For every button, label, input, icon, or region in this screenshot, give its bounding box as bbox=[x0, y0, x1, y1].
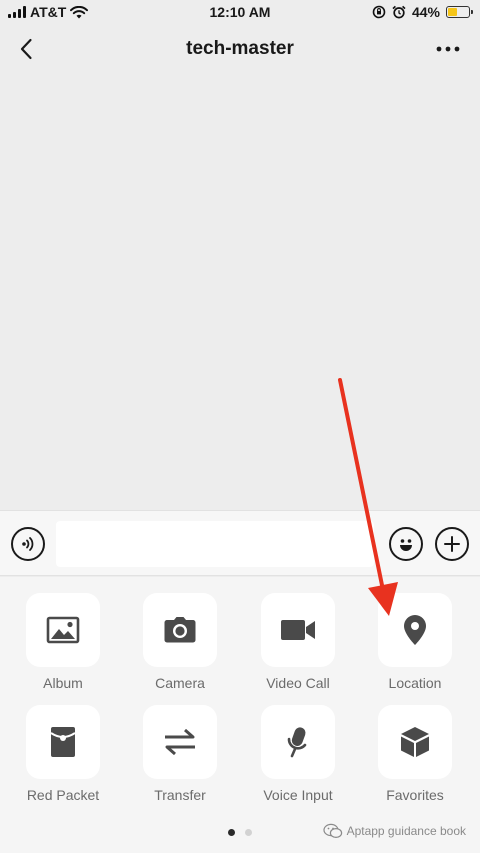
signal-icon bbox=[8, 6, 26, 18]
album-tile[interactable]: Album bbox=[5, 593, 121, 703]
red-packet-button[interactable] bbox=[26, 705, 100, 779]
favorites-label: Favorites bbox=[386, 787, 444, 803]
watermark: Aptapp guidance book bbox=[322, 823, 466, 839]
chat-title: tech-master bbox=[186, 38, 294, 59]
nav-bar: tech-master bbox=[0, 26, 480, 72]
wifi-icon bbox=[70, 5, 89, 18]
page-dot-2[interactable] bbox=[245, 829, 252, 836]
input-bar bbox=[0, 510, 480, 576]
album-label: Album bbox=[43, 675, 83, 691]
emoji-button[interactable] bbox=[389, 527, 423, 561]
camera-tile[interactable]: Camera bbox=[122, 593, 238, 703]
emoji-icon bbox=[400, 539, 412, 551]
voice-toggle-button[interactable] bbox=[11, 527, 45, 561]
plus-icon bbox=[444, 536, 460, 552]
video-call-tile[interactable]: Video Call bbox=[240, 593, 356, 703]
location-button[interactable] bbox=[378, 593, 452, 667]
album-button[interactable] bbox=[26, 593, 100, 667]
status-bar: AT&T 12:10 AM 44% bbox=[0, 0, 480, 26]
favorites-tile[interactable]: Favorites bbox=[357, 705, 473, 815]
status-right: 44% bbox=[372, 4, 473, 20]
battery-level-fill bbox=[448, 8, 457, 16]
location-tile[interactable]: Location bbox=[357, 593, 473, 703]
orientation-lock-icon bbox=[372, 5, 386, 19]
carrier-label: AT&T bbox=[30, 4, 67, 20]
function-panel: Album Camera Video Call Location Red Pac… bbox=[0, 577, 480, 853]
transfer-tile[interactable]: Transfer bbox=[122, 705, 238, 815]
red-packet-label: Red Packet bbox=[26, 787, 100, 803]
more-functions-button[interactable] bbox=[435, 527, 469, 561]
status-left: AT&T bbox=[8, 4, 89, 20]
watermark-text: Aptapp guidance book bbox=[346, 824, 466, 838]
transfer-label: Transfer bbox=[154, 787, 206, 803]
battery-icon bbox=[446, 6, 473, 18]
camera-icon bbox=[164, 617, 196, 643]
voice-input-tile[interactable]: Voice Input bbox=[240, 705, 356, 815]
camera-button[interactable] bbox=[143, 593, 217, 667]
voice-input-label: Voice Input bbox=[263, 787, 333, 803]
image-icon bbox=[46, 616, 80, 644]
more-button[interactable] bbox=[434, 38, 462, 60]
more-dots-icon bbox=[436, 46, 460, 52]
wechat-logo-icon bbox=[322, 823, 342, 839]
location-pin-icon bbox=[404, 615, 426, 645]
video-call-label: Video Call bbox=[266, 675, 330, 691]
transfer-arrows-icon bbox=[165, 729, 195, 755]
chat-message-area[interactable] bbox=[0, 72, 480, 510]
voice-icon bbox=[22, 537, 34, 551]
back-button[interactable] bbox=[14, 36, 38, 62]
voice-input-button[interactable] bbox=[261, 705, 335, 779]
transfer-button[interactable] bbox=[143, 705, 217, 779]
red-packet-tile[interactable]: Red Packet bbox=[5, 705, 121, 815]
alarm-icon bbox=[392, 5, 406, 19]
chevron-left-icon bbox=[20, 38, 32, 60]
microphone-icon bbox=[287, 727, 307, 758]
battery-percent: 44% bbox=[411, 4, 440, 20]
video-camera-icon bbox=[281, 620, 315, 640]
location-label: Location bbox=[388, 675, 442, 691]
page-dot-1[interactable] bbox=[228, 829, 235, 836]
red-packet-icon bbox=[50, 727, 76, 757]
cube-icon bbox=[401, 727, 429, 757]
favorites-button[interactable] bbox=[378, 705, 452, 779]
camera-label: Camera bbox=[155, 675, 205, 691]
video-call-button[interactable] bbox=[261, 593, 335, 667]
message-input[interactable] bbox=[56, 521, 374, 567]
